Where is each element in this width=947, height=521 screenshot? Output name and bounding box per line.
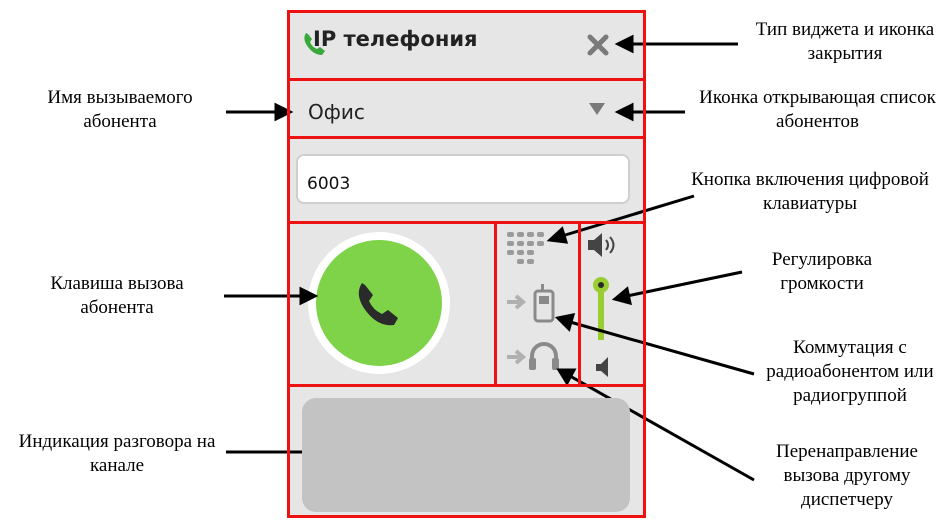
- label-indication: Индикация разговора на канале: [18, 431, 216, 476]
- label-radio-switch: Коммутация с радиоабонентом или радиогру…: [766, 337, 934, 406]
- frame-header: [287, 10, 646, 81]
- frame-call: [287, 221, 497, 387]
- frame-indication: [287, 384, 646, 518]
- handset-forward-icon[interactable]: [507, 284, 555, 323]
- frame-number: [287, 136, 646, 224]
- label-subscriber-list: Иконка открывающая список абонентов: [699, 87, 936, 132]
- label-redirect: Перенаправление вызова другому диспетчер…: [776, 441, 918, 510]
- label-call-key: Клавиша вызова абонента: [50, 273, 184, 318]
- frame-subscriber: [287, 78, 646, 139]
- label-subscriber-name: Имя вызываемого абонента: [47, 87, 193, 132]
- label-volume: Регулировка громкости: [771, 249, 873, 294]
- label-keypad: Кнопка включения цифровой клавиатуры: [691, 169, 929, 214]
- label-widget-type: Тип виджета и иконка закрытия: [755, 19, 935, 64]
- frame-volume: [578, 221, 646, 387]
- keypad-icon[interactable]: [507, 232, 544, 264]
- headset-forward-icon[interactable]: [507, 342, 559, 370]
